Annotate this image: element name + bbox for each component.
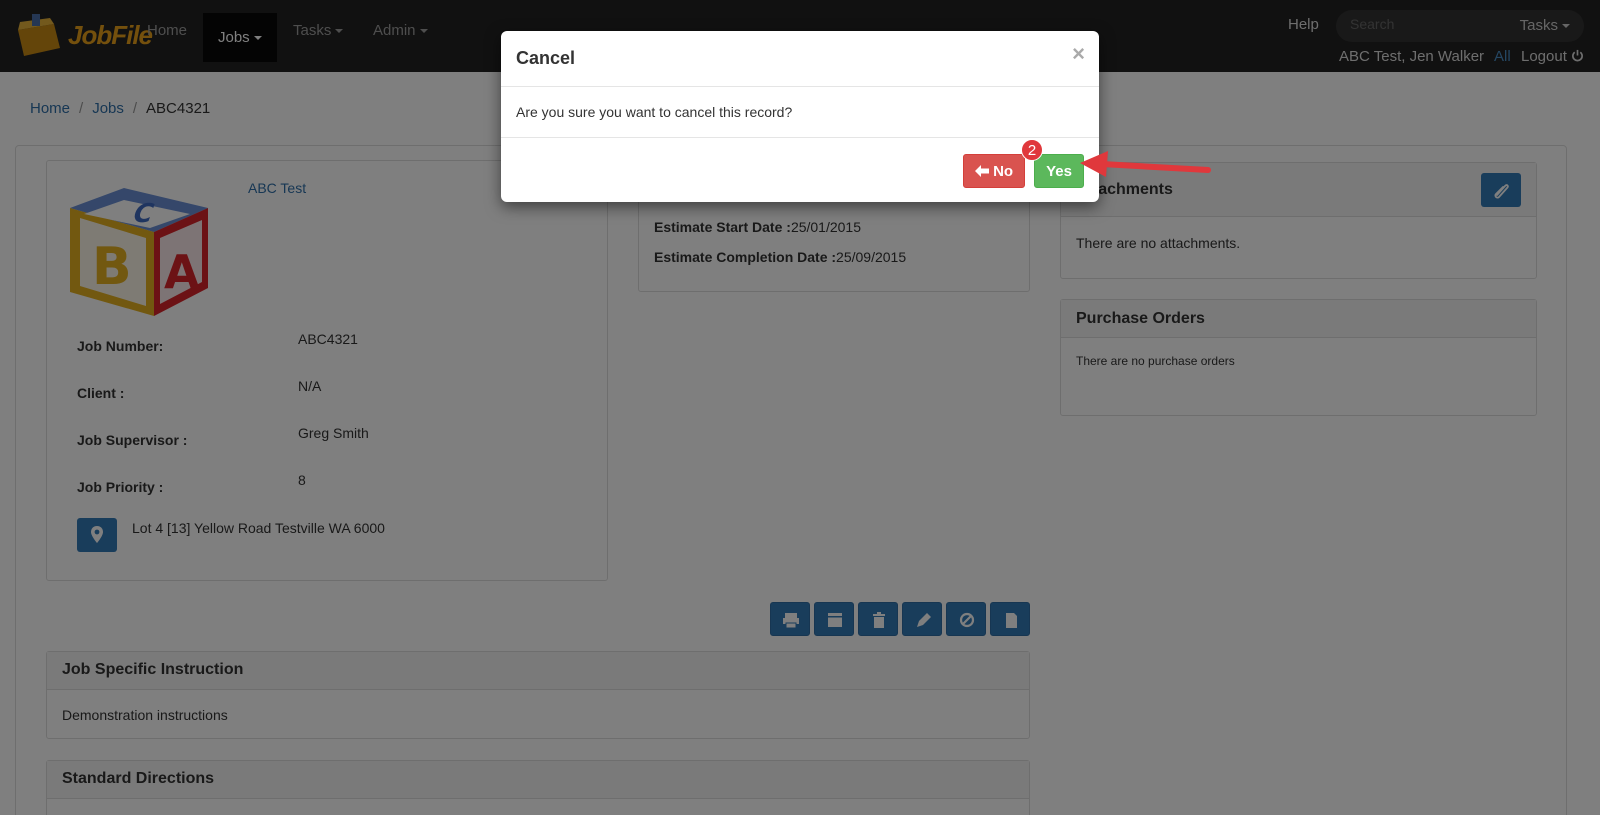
pointer-arrow-icon xyxy=(1080,151,1211,177)
close-icon[interactable]: × xyxy=(1072,43,1085,65)
modal-message: Are you sure you want to cancel this rec… xyxy=(516,104,793,120)
modal-header: Cancel × xyxy=(501,31,1099,87)
modal-title: Cancel xyxy=(516,48,576,68)
yes-button[interactable]: Yes xyxy=(1034,154,1084,188)
cancel-confirm-modal: Cancel × Are you sure you want to cancel… xyxy=(501,31,1099,202)
no-button-label: No xyxy=(993,162,1014,180)
modal-footer: No Yes xyxy=(501,137,1099,202)
arrow-left-icon xyxy=(974,164,989,177)
no-button[interactable]: No xyxy=(963,154,1025,188)
step-number-badge: 2 xyxy=(1021,139,1043,161)
